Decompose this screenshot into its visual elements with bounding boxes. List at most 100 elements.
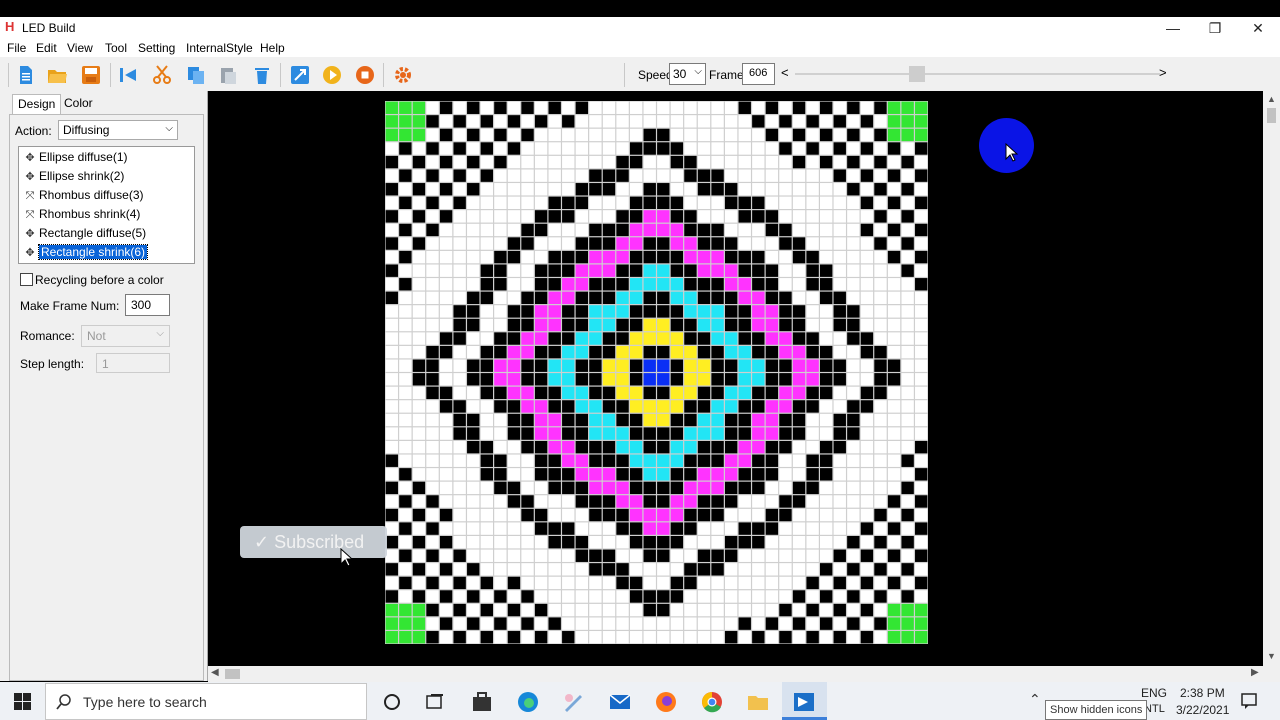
led-cell[interactable] [575, 101, 589, 114]
led-cell[interactable] [548, 237, 561, 250]
led-cell[interactable] [385, 536, 398, 549]
led-cell[interactable] [562, 264, 575, 277]
led-cell[interactable] [915, 440, 928, 454]
led-cell[interactable] [779, 305, 792, 318]
led-cell[interactable] [548, 400, 561, 413]
led-cell[interactable] [874, 413, 887, 427]
list-item-selected[interactable]: ✥ Rectangle shrink(6) [23, 244, 149, 261]
led-cell[interactable] [548, 440, 561, 454]
led-cell[interactable] [779, 210, 792, 223]
led-cell[interactable] [860, 373, 874, 386]
led-cell[interactable] [915, 386, 928, 400]
led-cell[interactable] [738, 305, 751, 318]
led-cell[interactable] [589, 223, 602, 237]
led-cell[interactable] [765, 142, 779, 155]
led-cell[interactable] [575, 440, 589, 454]
led-cell[interactable] [602, 115, 616, 128]
led-cell[interactable] [602, 481, 616, 495]
led-cell[interactable] [616, 128, 629, 142]
led-cell[interactable] [657, 603, 670, 617]
led-cell[interactable] [792, 400, 806, 413]
led-cell[interactable] [874, 590, 887, 603]
led-cell[interactable] [399, 142, 412, 155]
led-cell[interactable] [806, 603, 819, 617]
led-cell[interactable] [494, 128, 507, 142]
led-cell[interactable] [779, 576, 792, 590]
led-cell[interactable] [820, 359, 833, 372]
led-cell[interactable] [602, 427, 616, 440]
led-cell[interactable] [752, 128, 765, 142]
led-cell[interactable] [860, 427, 874, 440]
led-cell[interactable] [602, 128, 616, 142]
led-cell[interactable] [412, 603, 426, 617]
led-cell[interactable] [629, 291, 643, 305]
led-cell[interactable] [480, 345, 493, 359]
led-cell[interactable] [453, 332, 466, 345]
led-cell[interactable] [494, 223, 507, 237]
led-cell[interactable] [575, 495, 589, 508]
led-cell[interactable] [602, 305, 616, 318]
led-cell[interactable] [385, 400, 398, 413]
led-cell[interactable] [915, 563, 928, 576]
led-cell[interactable] [534, 305, 548, 318]
led-cell[interactable] [860, 631, 874, 644]
led-cell[interactable] [589, 155, 602, 169]
led-cell[interactable] [548, 603, 561, 617]
led-cell[interactable] [575, 155, 589, 169]
led-cell[interactable] [684, 223, 697, 237]
led-cell[interactable] [480, 508, 493, 522]
led-cell[interactable] [657, 264, 670, 277]
led-cell[interactable] [589, 359, 602, 372]
led-cell[interactable] [480, 563, 493, 576]
led-cell[interactable] [820, 536, 833, 549]
led-cell[interactable] [915, 345, 928, 359]
led-cell[interactable] [385, 549, 398, 562]
led-cell[interactable] [887, 427, 901, 440]
led-cell[interactable] [453, 481, 466, 495]
led-cell[interactable] [494, 386, 507, 400]
led-cell[interactable] [724, 400, 738, 413]
led-cell[interactable] [711, 400, 724, 413]
led-cell[interactable] [792, 454, 806, 467]
led-cell[interactable] [602, 617, 616, 630]
led-cell[interactable] [439, 115, 453, 128]
led-cell[interactable] [697, 155, 711, 169]
led-cell[interactable] [915, 155, 928, 169]
clock-time[interactable]: 2:38 PM [1180, 686, 1225, 700]
led-cell[interactable] [738, 576, 751, 590]
led-cell[interactable] [602, 196, 616, 209]
led-cell[interactable] [548, 413, 561, 427]
led-cell[interactable] [480, 468, 493, 481]
led-cell[interactable] [847, 563, 860, 576]
led-cell[interactable] [833, 590, 846, 603]
led-cell[interactable] [847, 332, 860, 345]
led-cell[interactable] [887, 631, 901, 644]
led-cell[interactable] [385, 359, 398, 372]
led-cell[interactable] [453, 237, 466, 250]
led-cell[interactable] [453, 345, 466, 359]
led-cell[interactable] [507, 345, 521, 359]
led-cell[interactable] [534, 495, 548, 508]
led-cell[interactable] [874, 454, 887, 467]
led-cell[interactable] [385, 115, 398, 128]
step-length-input[interactable]: 1 [96, 353, 170, 373]
led-cell[interactable] [467, 495, 480, 508]
led-cell[interactable] [426, 278, 439, 291]
led-cell[interactable] [575, 522, 589, 535]
led-cell[interactable] [887, 373, 901, 386]
led-cell[interactable] [575, 183, 589, 196]
led-cell[interactable] [480, 101, 493, 114]
led-cell[interactable] [820, 196, 833, 209]
led-cell[interactable] [534, 549, 548, 562]
led-cell[interactable] [792, 386, 806, 400]
led-cell[interactable] [385, 481, 398, 495]
led-cell[interactable] [915, 128, 928, 142]
led-cell[interactable] [643, 427, 656, 440]
led-cell[interactable] [874, 495, 887, 508]
led-cell[interactable] [480, 481, 493, 495]
led-cell[interactable] [385, 373, 398, 386]
led-cell[interactable] [847, 413, 860, 427]
led-cell[interactable] [847, 631, 860, 644]
frame-next-arrow-icon[interactable]: > [1159, 65, 1167, 80]
led-cell[interactable] [657, 400, 670, 413]
